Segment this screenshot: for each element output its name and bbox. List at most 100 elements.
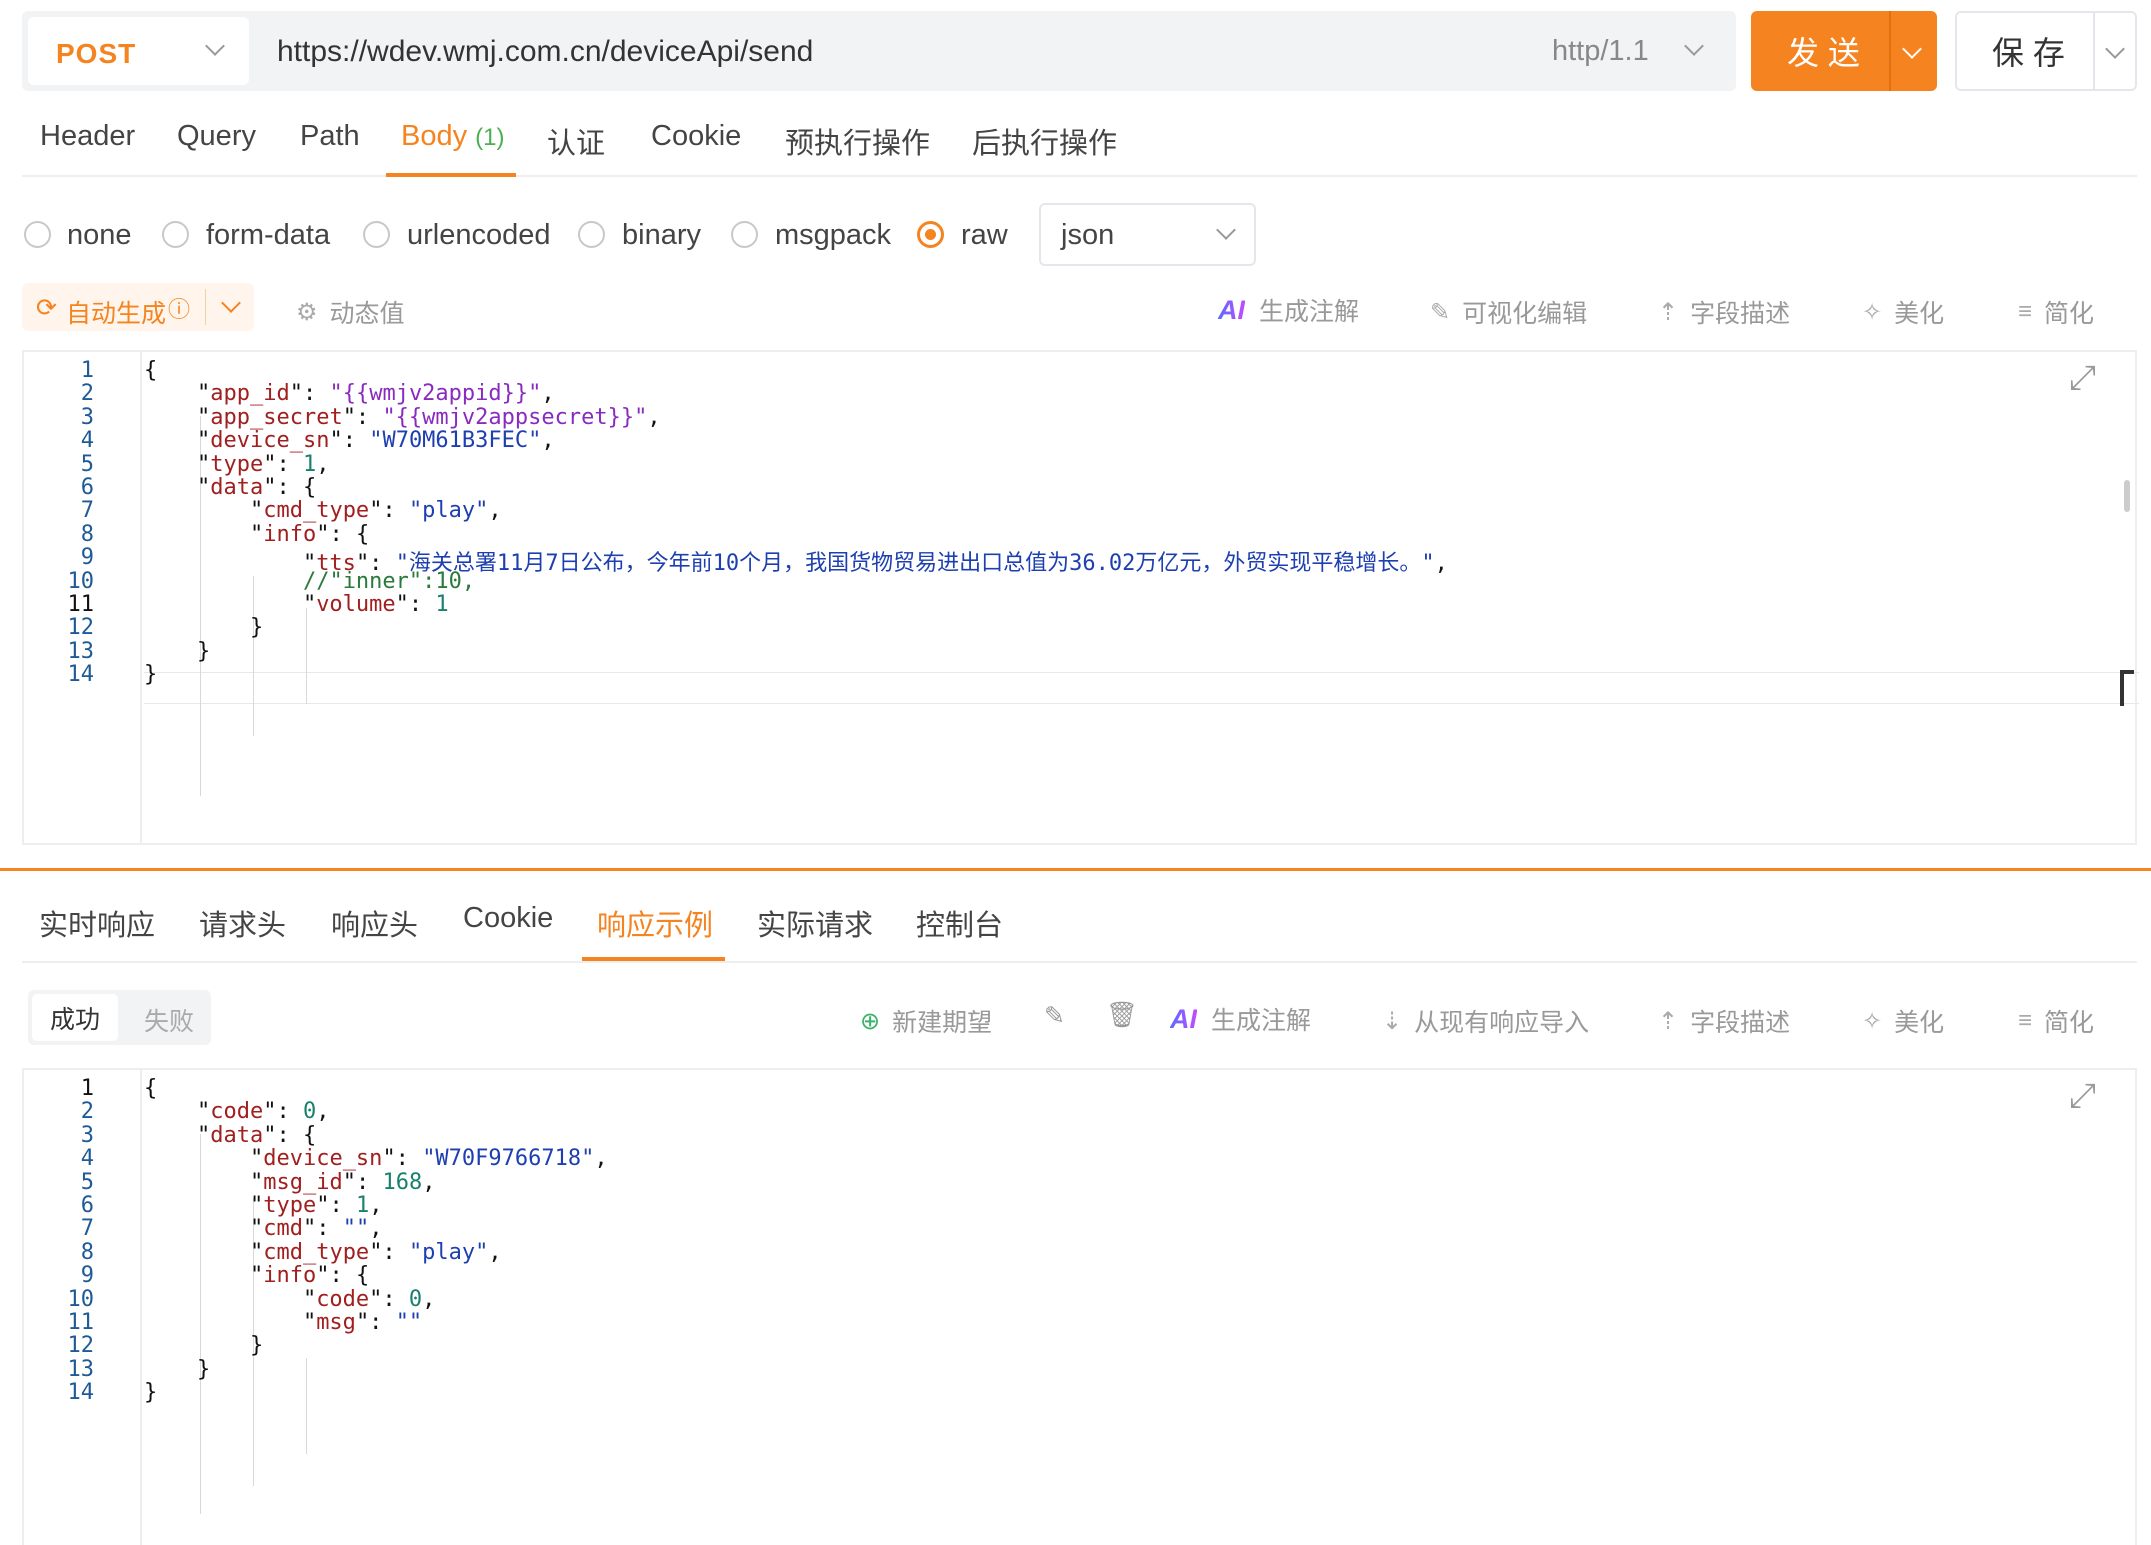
new-expectation-label: 新建期望 xyxy=(892,1009,993,1037)
line-number: 12 xyxy=(67,615,95,641)
response-beautify-button[interactable]: ✧ 美化 xyxy=(1862,1003,1944,1039)
dynamic-value-button[interactable]: ⚙ 动态值 xyxy=(296,294,405,330)
format-select-value: json xyxy=(1061,219,1115,251)
segment-fail[interactable]: 失败 xyxy=(144,1002,194,1038)
import-from-response-label: 从现有响应导入 xyxy=(1414,1009,1590,1037)
code-line: } xyxy=(144,1356,211,1382)
help-icon[interactable]: ⓘ xyxy=(168,292,190,324)
chevron-down-icon[interactable] xyxy=(221,293,241,313)
radio-none[interactable] xyxy=(24,221,51,248)
response-simplify-button[interactable]: ≡ 简化 xyxy=(2018,1003,2094,1039)
beautify-label: 美化 xyxy=(1894,1009,1945,1037)
protocol-select[interactable]: http/1.1 xyxy=(1552,35,1649,68)
tab-header[interactable]: Header xyxy=(40,120,135,153)
line-number: 6 xyxy=(80,1193,94,1218)
line-number: 3 xyxy=(80,1122,94,1148)
simplify-label: 简化 xyxy=(2044,300,2095,328)
response-panel-divider[interactable] xyxy=(0,868,2151,871)
visual-edit-button[interactable]: ✎ 可视化编辑 xyxy=(1430,294,1587,330)
wand-icon: ✧ xyxy=(1862,1007,1883,1035)
tab-path[interactable]: Path xyxy=(300,120,360,153)
line-number: 5 xyxy=(80,1169,94,1195)
edit-icon[interactable]: ✎ xyxy=(1044,1001,1065,1031)
ai-icon: AI xyxy=(1170,1003,1197,1034)
generate-comments-label: 生成注解 xyxy=(1259,298,1360,326)
expand-icon[interactable]: ⤢ xyxy=(2069,358,2096,398)
send-label: 发 送 xyxy=(1787,35,1860,71)
method-select[interactable]: POST xyxy=(28,17,249,85)
field-description-label: 字段描述 xyxy=(1690,300,1791,328)
auto-generate-label: 自动生成 xyxy=(66,300,167,328)
response-generate-comments-button[interactable]: AI 生成注解 xyxy=(1170,1001,1311,1037)
segment-success[interactable]: 成功 xyxy=(32,994,118,1041)
response-body-editor[interactable]: 1 {2 "code": 0, 3 "data": {4 "device_sn": … xyxy=(22,1068,2137,1545)
divider xyxy=(2093,11,2095,91)
radio-msgpack[interactable] xyxy=(731,221,758,248)
tab-actual-request[interactable]: 实际请求 xyxy=(757,902,873,944)
code-line: "app_id": "{{wmjv2appid}}", xyxy=(144,381,555,407)
radio-form-data[interactable] xyxy=(162,221,189,248)
code-line: "code": 0, xyxy=(144,1099,330,1125)
beautify-label: 美化 xyxy=(1894,300,1945,328)
line-number: 14 xyxy=(67,1380,95,1406)
code-line: "info": { xyxy=(144,521,370,547)
generate-comments-button[interactable]: AI 生成注解 xyxy=(1218,292,1359,328)
import-from-response-button[interactable]: ⇣ 从现有响应导入 xyxy=(1382,1003,1589,1039)
scrollbar-thumb[interactable] xyxy=(2124,480,2130,512)
tab-request-headers[interactable]: 请求头 xyxy=(199,902,286,944)
line-number: 2 xyxy=(80,1099,94,1125)
tab-query[interactable]: Query xyxy=(177,120,256,153)
response-field-description-button[interactable]: ⇡ 字段描述 xyxy=(1658,1003,1790,1039)
radio-urlencoded[interactable] xyxy=(363,221,390,248)
field-description-button[interactable]: ⇡ 字段描述 xyxy=(1658,294,1790,330)
divider xyxy=(1889,11,1891,91)
current-line-highlight xyxy=(144,672,2139,704)
request-body-editor[interactable]: 1 {2 "app_id": "{{wmjv2appid}}", 3 "app_se… xyxy=(22,350,2139,845)
code-line: "data": { xyxy=(144,1122,317,1148)
url-input[interactable]: https://wdev.wmj.com.cn/deviceApi/send xyxy=(277,35,813,69)
field-description-label: 字段描述 xyxy=(1690,1009,1791,1037)
line-number: 4 xyxy=(80,1146,94,1172)
code-line: "msg_id": 168, xyxy=(144,1169,436,1195)
code-line: "msg": "" xyxy=(144,1310,423,1335)
line-number: 13 xyxy=(67,1356,95,1382)
radio-raw-label: raw xyxy=(961,219,1008,251)
new-expectation-button[interactable]: ⊕ 新建期望 xyxy=(860,1003,992,1039)
trash-icon[interactable]: 🗑 xyxy=(1106,1001,1138,1030)
code-line: "volume": 1 xyxy=(144,592,449,617)
wand-icon: ✧ xyxy=(1862,298,1883,326)
tab-response-cookie[interactable]: Cookie xyxy=(463,902,553,935)
code-line: "type": 1, xyxy=(144,451,330,477)
lines-icon: ≡ xyxy=(2018,1007,2033,1034)
tab-cookie[interactable]: Cookie xyxy=(651,120,741,153)
simplify-label: 简化 xyxy=(2044,1009,2095,1037)
edit-doc-icon: ✎ xyxy=(1430,298,1451,326)
tab-realtime-response[interactable]: 实时响应 xyxy=(39,902,155,944)
simplify-button[interactable]: ≡ 简化 xyxy=(2018,294,2094,330)
beautify-button[interactable]: ✧ 美化 xyxy=(1862,294,1944,330)
code-line: } xyxy=(144,662,158,688)
dynamic-value-icon: ⚙ xyxy=(296,298,318,326)
tab-console[interactable]: 控制台 xyxy=(916,902,1003,944)
code-line: "device_sn": "W70M61B3FEC", xyxy=(144,428,555,454)
tab-pre-request[interactable]: 预执行操作 xyxy=(785,120,930,162)
visual-edit-label: 可视化编辑 xyxy=(1462,300,1588,328)
radio-raw[interactable] xyxy=(917,221,944,248)
tab-auth[interactable]: 认证 xyxy=(547,120,605,162)
radio-urlencoded-label: urlencoded xyxy=(407,219,551,251)
save-label: 保 存 xyxy=(1992,35,2065,71)
chevron-down-icon[interactable] xyxy=(1684,36,1704,56)
line-number: 8 xyxy=(80,521,94,547)
radio-binary[interactable] xyxy=(578,221,605,248)
tab-response-headers[interactable]: 响应头 xyxy=(331,902,418,944)
line-number: 7 xyxy=(80,498,94,524)
code-line: } xyxy=(144,1333,264,1359)
tab-post-request[interactable]: 后执行操作 xyxy=(972,120,1117,162)
format-select[interactable]: json xyxy=(1039,203,1256,266)
line-number: 7 xyxy=(80,1216,94,1242)
auto-generate-button[interactable]: ⟳ 自动生成 ⓘ xyxy=(22,283,254,331)
code-line: "code": 0, xyxy=(144,1286,436,1312)
expand-icon[interactable]: ⤢ xyxy=(2069,1076,2096,1116)
tab-response-examples[interactable]: 响应示例 xyxy=(597,902,713,944)
tab-body[interactable]: Body (1) xyxy=(401,120,505,153)
